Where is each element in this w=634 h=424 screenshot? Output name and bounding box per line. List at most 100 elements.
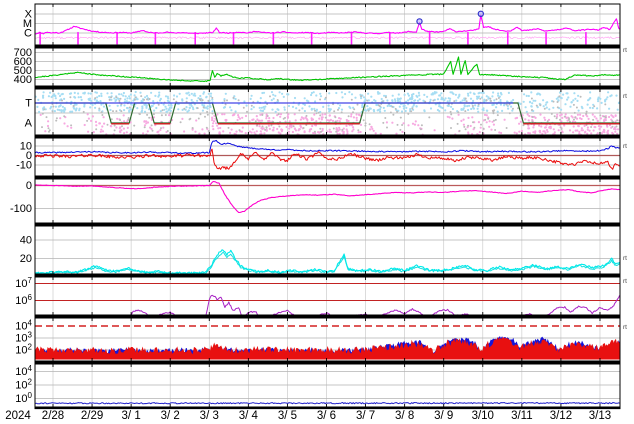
sector-dot (58, 94, 62, 98)
sector-dot (370, 125, 373, 128)
sector-dot (188, 118, 191, 121)
sector-dot (160, 127, 162, 130)
sector-dot (616, 119, 619, 122)
sector-dot (127, 117, 130, 119)
sector-dot (278, 91, 281, 94)
sector-dot (251, 128, 254, 131)
sector-dot (458, 94, 461, 98)
sector-dot (211, 125, 214, 128)
sector-dot (380, 97, 383, 101)
sector-dot (100, 111, 103, 114)
sector-dot (100, 92, 103, 95)
sector-dot (286, 111, 288, 114)
sector-dot (515, 116, 519, 119)
sector-dot (279, 115, 282, 118)
sector-dot (152, 113, 155, 116)
sector-dot (211, 117, 214, 120)
sector-dot (524, 118, 527, 121)
sector-dot (116, 104, 119, 107)
sector-dot (444, 109, 447, 112)
sector-dot (183, 130, 186, 133)
sector-dot (310, 128, 313, 131)
sector-dot (462, 123, 465, 126)
sector-dot (38, 110, 41, 113)
sector-dot (169, 109, 172, 112)
sector-dot (113, 129, 116, 132)
sector-dot (575, 106, 578, 109)
sector-dot (142, 132, 145, 135)
sector-dot (98, 122, 101, 125)
sector-dot (561, 131, 564, 134)
sector-dot (115, 98, 118, 102)
sector-dot (583, 124, 586, 127)
sector-dot (564, 113, 567, 116)
sector-dot (86, 119, 89, 122)
sector-dot (431, 92, 434, 95)
sector-dot (426, 95, 429, 98)
sector-dot (338, 120, 341, 123)
sector-dot (238, 129, 241, 132)
sector-dot (270, 91, 274, 94)
sector-dot (122, 94, 125, 97)
right-margin-marker: rt (623, 324, 627, 331)
sector-dot (328, 108, 331, 111)
sector-dot (248, 130, 252, 133)
sector-dot (337, 129, 340, 132)
sector-dot (332, 127, 335, 130)
sector-dot (177, 108, 180, 111)
sector-dot (335, 91, 338, 95)
sector-dot (190, 92, 193, 95)
sector-dot (259, 97, 262, 100)
sector-dot (157, 95, 160, 98)
sector-dot (588, 98, 591, 101)
sector-dot (188, 94, 191, 97)
sector-dot (255, 115, 258, 118)
sector-dot (320, 116, 323, 119)
sector-dot (508, 112, 511, 115)
x-tick-label: 3/10 (472, 410, 494, 422)
sector-dot (494, 129, 497, 131)
sector-dot (415, 94, 418, 97)
sector-dot (363, 100, 366, 103)
sector-dot (399, 97, 402, 100)
sector-dot (545, 128, 549, 132)
sector-dot (402, 122, 405, 125)
sector-dot (319, 92, 322, 95)
sector-dot (563, 115, 566, 118)
sector-dot (396, 110, 399, 113)
sector-dot (483, 98, 486, 101)
sector-dot (355, 116, 358, 119)
sector-dot (108, 98, 111, 101)
sector-dot (571, 120, 575, 123)
sector-dot (305, 117, 308, 120)
sector-dot (399, 100, 402, 103)
sector-dot (415, 105, 418, 108)
sector-dot (124, 95, 127, 98)
sector-dot (191, 127, 194, 129)
sector-dot (589, 106, 592, 109)
sector-dot (429, 107, 433, 110)
sector-dot (256, 118, 259, 121)
sector-dot (133, 98, 136, 101)
sector-dot (464, 110, 467, 113)
sector-dot (536, 93, 539, 96)
sector-dot (202, 106, 205, 109)
sector-dot (287, 104, 291, 108)
sector-dot (367, 109, 370, 112)
sector-dot (611, 115, 614, 118)
sector-dot (125, 100, 128, 103)
sector-dot (372, 129, 375, 132)
sector-dot (197, 117, 200, 120)
sector-dot (150, 127, 153, 131)
sector-dot (48, 130, 50, 133)
sector-dot (588, 129, 591, 132)
sector-dot (199, 94, 202, 98)
sector-dot (307, 100, 310, 103)
sector-dot (519, 102, 522, 105)
sector-dot (614, 130, 617, 133)
sector-dot (78, 107, 81, 110)
sector-dot (590, 132, 593, 135)
sector-dot (139, 91, 142, 94)
sector-dot (469, 124, 472, 128)
sector-dot (223, 99, 226, 102)
